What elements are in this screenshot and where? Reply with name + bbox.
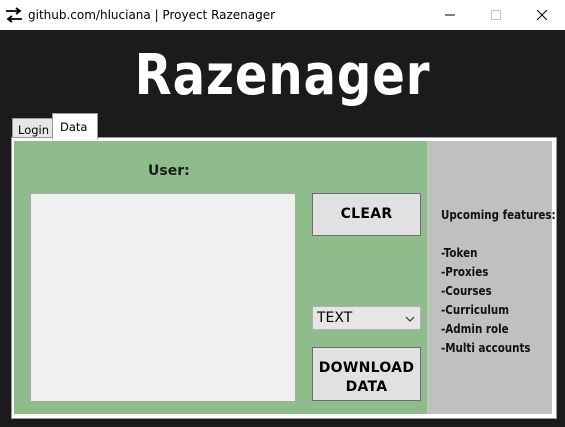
upcoming-features: Upcoming features: -Token -Proxies -Cour…: [441, 206, 556, 358]
format-select[interactable]: TEXT: [312, 306, 421, 330]
format-select-value: TEXT: [317, 310, 353, 326]
feature-item: -Admin role: [441, 322, 509, 336]
tab-login[interactable]: Login: [12, 118, 53, 138]
close-icon: [537, 10, 547, 20]
tab-data[interactable]: Data: [52, 113, 98, 139]
download-label-line1: DOWNLOAD: [318, 359, 415, 376]
user-textarea[interactable]: [30, 193, 296, 402]
swap-arrows-icon: [6, 7, 22, 23]
minimize-button[interactable]: [427, 0, 473, 30]
clear-button[interactable]: CLEAR: [312, 193, 421, 236]
download-label-line2: DATA: [345, 378, 388, 395]
user-label: User:: [148, 163, 190, 179]
feature-item: -Curriculum: [441, 303, 510, 317]
features-title: Upcoming features:: [441, 208, 556, 222]
feature-item: -Courses: [441, 284, 492, 298]
title-bar[interactable]: github.com/hluciana | Proyect Razenager: [0, 0, 565, 30]
minimize-icon: [445, 14, 455, 16]
feature-item: -Multi accounts: [441, 341, 531, 355]
maximize-button[interactable]: [473, 0, 519, 30]
window-title: github.com/hluciana | Proyect Razenager: [28, 8, 276, 22]
chevron-down-icon: [405, 316, 415, 322]
close-button[interactable]: [519, 0, 565, 30]
feature-item: -Proxies: [441, 265, 489, 279]
maximize-icon: [491, 10, 501, 20]
feature-item: -Token: [441, 246, 478, 260]
download-data-button[interactable]: DOWNLOAD DATA: [312, 347, 421, 401]
brand-title: Razenager: [134, 43, 431, 108]
